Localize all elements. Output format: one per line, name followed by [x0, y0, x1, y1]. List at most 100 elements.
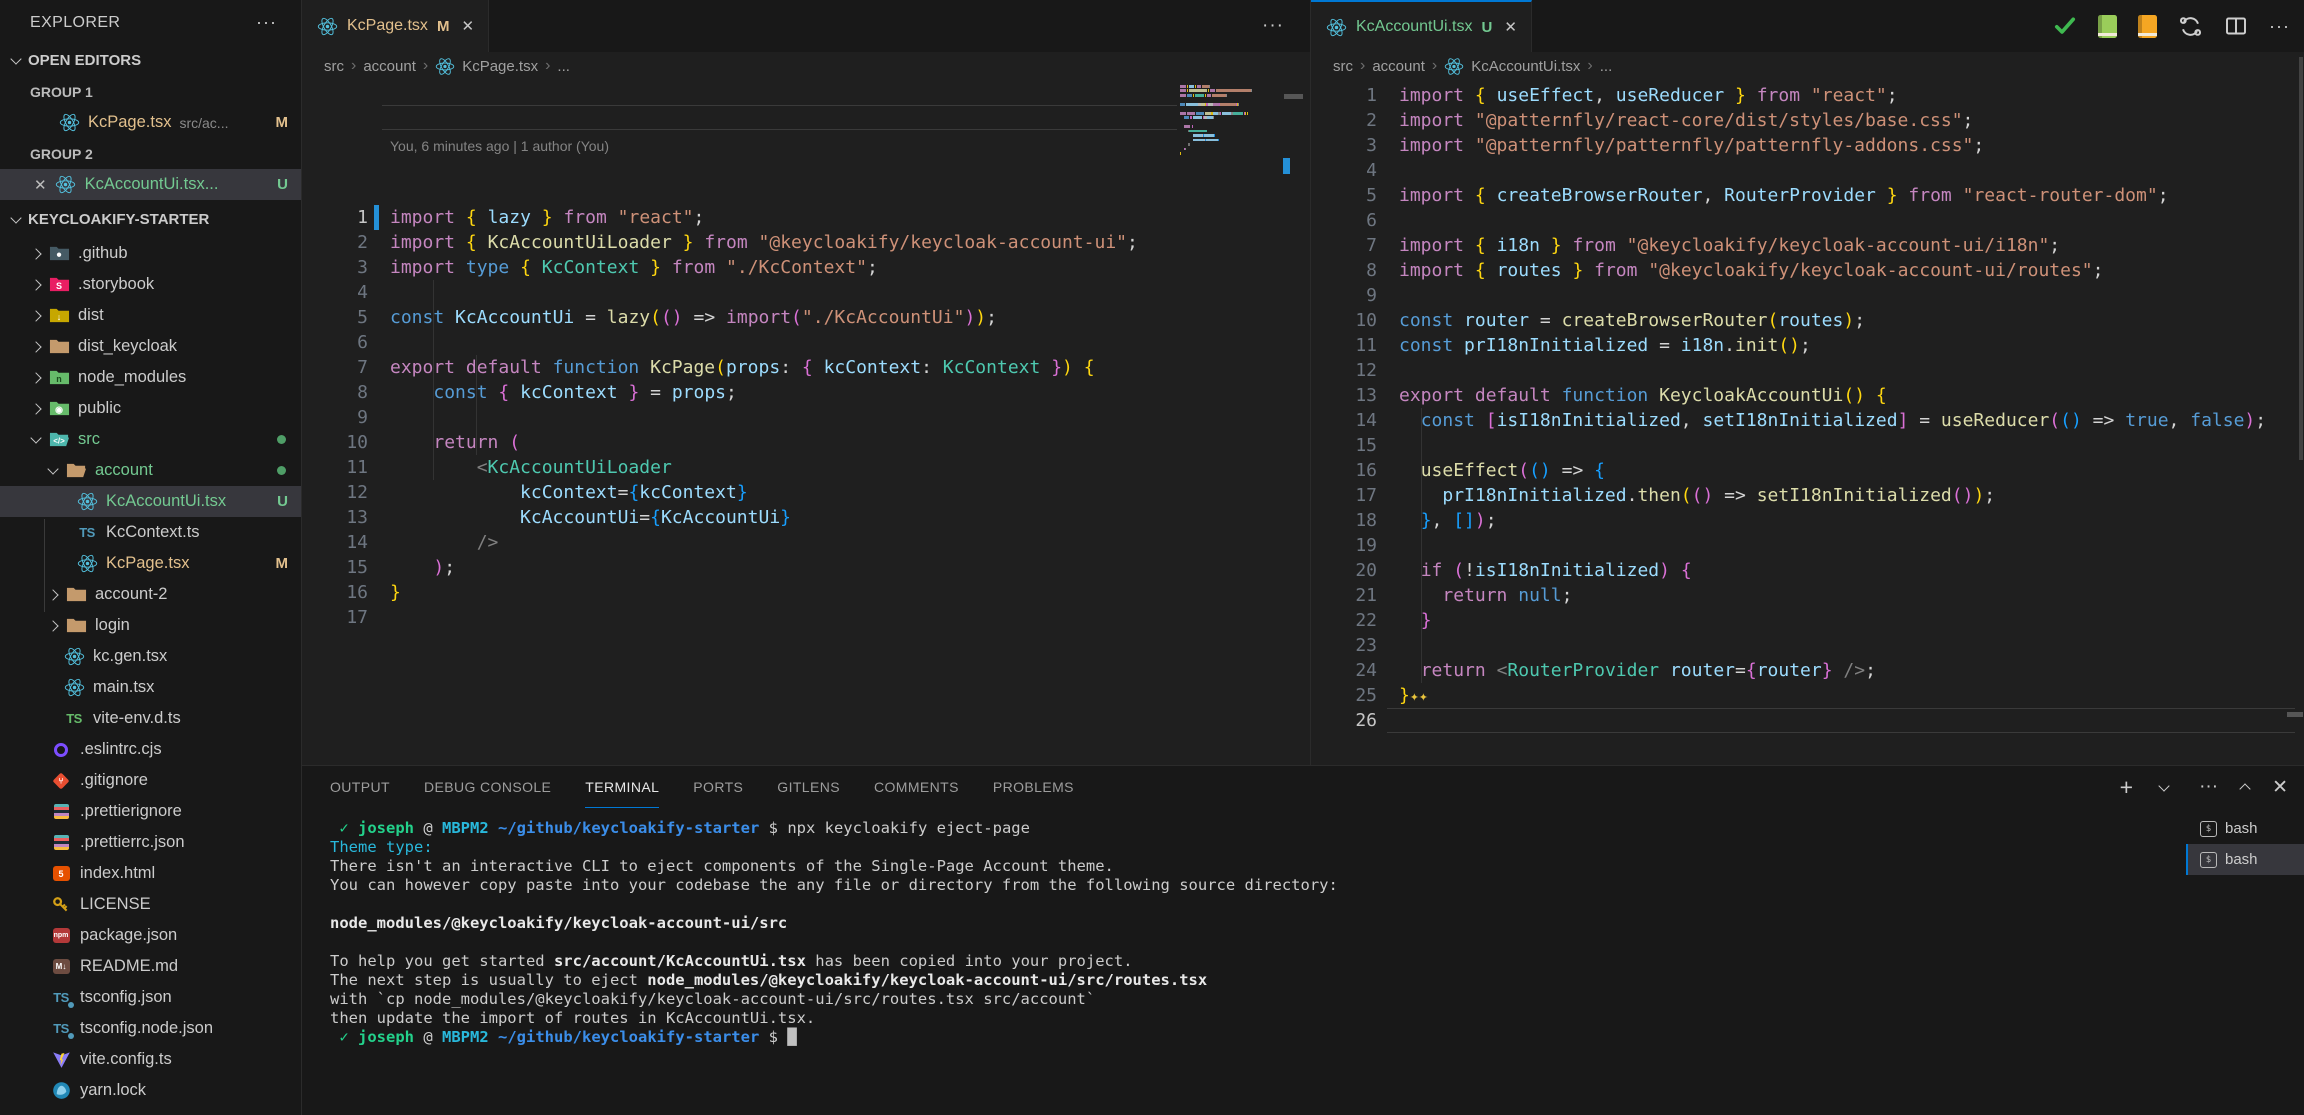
panel-more-icon[interactable]: ···	[2199, 776, 2218, 798]
open-editor-item-kcpage-tsx[interactable]: KcPage.tsxsrc/ac...M	[0, 107, 301, 138]
new-terminal-icon[interactable]: +	[2120, 774, 2133, 801]
maximize-panel-icon[interactable]	[2241, 781, 2249, 793]
code-line-16[interactable]: 16}	[302, 580, 1310, 605]
more-actions-icon[interactable]: ···	[2269, 16, 2290, 37]
close-icon[interactable]: ✕	[1504, 18, 1517, 36]
tree-item-vite-env-d-ts[interactable]: TSvite-env.d.ts	[0, 703, 301, 734]
code-line-1[interactable]: 1import { useEffect, useReducer } from "…	[1311, 83, 2304, 108]
tree-item-account-2[interactable]: account-2	[0, 579, 301, 610]
tree-item--eslintrc-cjs[interactable]: .eslintrc.cjs	[0, 734, 301, 765]
tree-item-package-json[interactable]: npmpackage.json	[0, 920, 301, 951]
tree-item-dist-keycloak[interactable]: dist_keycloak	[0, 331, 301, 362]
terminal-profile-chevron-icon[interactable]	[2156, 785, 2176, 790]
tree-item-node-modules[interactable]: nnode_modules	[0, 362, 301, 393]
tree-item-vite-config-ts[interactable]: vite.config.ts	[0, 1044, 301, 1075]
tree-item--gitignore[interactable]: ⑂.gitignore	[0, 765, 301, 796]
tree-item--prettierignore[interactable]: .prettierignore	[0, 796, 301, 827]
code-line-18[interactable]: 18 }, []);	[1311, 508, 2304, 533]
code-line-26[interactable]: 26	[1311, 708, 2304, 733]
tree-item-kccontext-ts[interactable]: TSKcContext.ts	[0, 517, 301, 548]
code-line-12[interactable]: 12	[1311, 358, 2304, 383]
tree-item-main-tsx[interactable]: main.tsx	[0, 672, 301, 703]
tree-item-yarn-lock[interactable]: yarn.lock	[0, 1075, 301, 1106]
tree-item-dist[interactable]: ↓dist	[0, 300, 301, 331]
terminal-tab-bash[interactable]: $bash	[2186, 813, 2304, 844]
gitlens-blame-annotation[interactable]: You, 6 minutes ago | 1 author (You)	[302, 134, 1310, 155]
tab-kcaccountui[interactable]: KcAccountUi.tsx U ✕	[1311, 0, 1532, 52]
code-line-7[interactable]: 7export default function KcPage(props: {…	[302, 355, 1310, 380]
code-line-11[interactable]: 11const prI18nInitialized = i18n.init();	[1311, 333, 2304, 358]
sync-icon[interactable]	[2178, 14, 2203, 39]
tree-item-license[interactable]: LICENSE	[0, 889, 301, 920]
code-line-13[interactable]: 13export default function KeycloakAccoun…	[1311, 383, 2304, 408]
orange-book-icon[interactable]	[2138, 15, 2157, 38]
tree-item-account[interactable]: account	[0, 455, 301, 486]
breadcrumb-item[interactable]: ...	[557, 58, 570, 75]
code-line-4[interactable]: 4	[1311, 158, 2304, 183]
code-line-15[interactable]: 15	[1311, 433, 2304, 458]
terminal-tab-bash[interactable]: $bash	[2186, 844, 2304, 875]
panel-tab-problems[interactable]: PROBLEMS	[993, 766, 1074, 808]
code-line-5[interactable]: 5const KcAccountUi = lazy(() => import("…	[302, 305, 1310, 330]
code-line-2[interactable]: 2import { KcAccountUiLoader } from "@key…	[302, 230, 1310, 255]
tree-item-index-html[interactable]: 5index.html	[0, 858, 301, 889]
terminal-output[interactable]: ✓ joseph @ MBPM2 ~/github/keycloakify-st…	[330, 819, 1338, 1047]
code-line-12[interactable]: 12 kcContext={kcContext}	[302, 480, 1310, 505]
open-editor-item-kcaccountui-tsx-[interactable]: ✕KcAccountUi.tsx...U	[0, 169, 301, 200]
code-line-22[interactable]: 22 }	[1311, 608, 2304, 633]
code-line-7[interactable]: 7import { i18n } from "@keycloakify/keyc…	[1311, 233, 2304, 258]
code-line-5[interactable]: 5import { createBrowserRouter, RouterPro…	[1311, 183, 2304, 208]
code-line-6[interactable]: 6	[1311, 208, 2304, 233]
code-line-17[interactable]: 17 prI18nInitialized.then(() => setI18nI…	[1311, 483, 2304, 508]
tree-item-kc-gen-tsx[interactable]: kc.gen.tsx	[0, 641, 301, 672]
code-line-2[interactable]: 2import "@patternfly/react-core/dist/sty…	[1311, 108, 2304, 133]
code-line-24[interactable]: 24 return <RouterProvider router={router…	[1311, 658, 2304, 683]
code-line-25[interactable]: 25}✦✦	[1311, 683, 2304, 708]
code-line-15[interactable]: 15 );	[302, 555, 1310, 580]
split-editor-icon[interactable]	[2224, 14, 2248, 38]
editor-actions-more-icon[interactable]: ···	[1262, 0, 1284, 52]
code-line-3[interactable]: 3import "@patternfly/patternfly/patternf…	[1311, 133, 2304, 158]
panel-tab-ports[interactable]: PORTS	[693, 766, 743, 808]
breadcrumb-item[interactable]: KcAccountUi.tsx	[1471, 58, 1580, 75]
tree-item-tsconfig-json[interactable]: TStsconfig.json	[0, 982, 301, 1013]
minimap[interactable]	[1180, 85, 1283, 161]
scrollbar-thumb[interactable]	[2299, 57, 2303, 460]
code-line-16[interactable]: 16 useEffect(() => {	[1311, 458, 2304, 483]
code-line-14[interactable]: 14 const [isI18nInitialized, setI18nInit…	[1311, 408, 2304, 433]
code-line-4[interactable]: 4	[302, 280, 1310, 305]
tree-item-public[interactable]: ◉public	[0, 393, 301, 424]
breadcrumb-item[interactable]: account	[1372, 58, 1425, 75]
explorer-more-icon[interactable]: ···	[256, 12, 277, 33]
code-line-20[interactable]: 20 if (!isI18nInitialized) {	[1311, 558, 2304, 583]
tree-item-login[interactable]: login	[0, 610, 301, 641]
code-line-3[interactable]: 3import type { KcContext } from "./KcCon…	[302, 255, 1310, 280]
panel-tab-debug-console[interactable]: DEBUG CONSOLE	[424, 766, 551, 808]
tab-kcpage[interactable]: KcPage.tsx M ✕	[302, 0, 489, 52]
green-book-icon[interactable]	[2098, 15, 2117, 38]
code-line-9[interactable]: 9	[302, 405, 1310, 430]
breadcrumb-item[interactable]: KcPage.tsx	[462, 58, 538, 75]
tree-item-src[interactable]: </>src	[0, 424, 301, 455]
code-line-6[interactable]: 6	[302, 330, 1310, 355]
breadcrumb-item[interactable]: ...	[1600, 58, 1613, 75]
code-line-11[interactable]: 11 <KcAccountUiLoader	[302, 455, 1310, 480]
close-icon[interactable]: ✕	[34, 176, 47, 194]
panel-tab-gitlens[interactable]: GITLENS	[777, 766, 840, 808]
code-line-14[interactable]: 14 />	[302, 530, 1310, 555]
code-line-10[interactable]: 10 return (	[302, 430, 1310, 455]
breadcrumb-item[interactable]: src	[1333, 58, 1353, 75]
close-icon[interactable]: ✕	[461, 17, 474, 35]
panel-tab-terminal[interactable]: TERMINAL	[585, 766, 659, 808]
breadcrumb-item[interactable]: src	[324, 58, 344, 75]
check-icon[interactable]	[2053, 14, 2077, 38]
code-editor-kcpage[interactable]: You, 6 minutes ago | 1 author (You) 1imp…	[302, 84, 1310, 765]
panel-tab-comments[interactable]: COMMENTS	[874, 766, 959, 808]
tree-item-kcpage-tsx[interactable]: KcPage.tsxM	[0, 548, 301, 579]
code-line-23[interactable]: 23	[1311, 633, 2304, 658]
code-line-8[interactable]: 8import { routes } from "@keycloakify/ke…	[1311, 258, 2304, 283]
breadcrumb-item[interactable]: account	[363, 58, 416, 75]
panel-tab-output[interactable]: OUTPUT	[330, 766, 390, 808]
code-line-21[interactable]: 21 return null;	[1311, 583, 2304, 608]
code-line-19[interactable]: 19	[1311, 533, 2304, 558]
